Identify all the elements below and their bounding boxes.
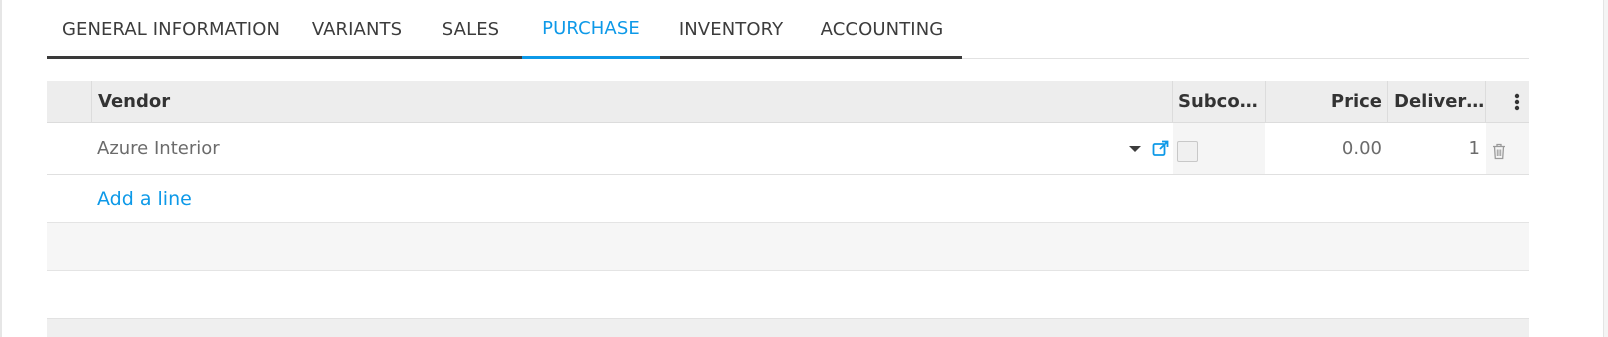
column-header-vendor[interactable]: Vendor (98, 81, 1168, 122)
next-section-bar (47, 318, 1529, 337)
tab-variants[interactable]: VARIANTS (295, 0, 419, 59)
tab-accounting[interactable]: ACCOUNTING (802, 0, 962, 59)
vendor-value: Azure Interior (97, 138, 220, 159)
vendor-open-record[interactable] (1150, 123, 1170, 174)
tab-sales[interactable]: SALES (419, 0, 522, 59)
vertical-dots-icon (1514, 93, 1520, 110)
add-line-link[interactable]: Add a line (97, 175, 192, 223)
delivery-cell[interactable]: 1 (1392, 123, 1480, 174)
price-value: 0.00 (1341, 138, 1382, 159)
price-cell[interactable]: 0.00 (1269, 123, 1382, 174)
tab-strip: GENERAL INFORMATION VARIANTS SALES PURCH… (47, 0, 962, 59)
table-row[interactable]: Azure Interior 0.00 1 (47, 123, 1529, 175)
tab-inventory[interactable]: INVENTORY (660, 0, 802, 59)
subcontractor-checkbox[interactable] (1177, 141, 1198, 162)
vendor-cell[interactable]: Azure Interior (97, 123, 1117, 174)
column-options-icon[interactable] (1509, 81, 1525, 122)
panel-right-border (1603, 0, 1608, 337)
delete-row-cell[interactable] (1486, 123, 1529, 174)
column-header-subcontractor[interactable]: Subco… (1178, 81, 1262, 122)
tab-general-information[interactable]: GENERAL INFORMATION (47, 0, 295, 59)
table-header: Vendor Subco… Price Deliver… (47, 81, 1529, 123)
vendor-pricelist-table: Vendor Subco… Price Deliver… Azure Inter… (47, 81, 1529, 271)
column-header-price[interactable]: Price (1269, 81, 1382, 122)
subcontractor-cell (1173, 123, 1265, 174)
tab-purchase[interactable]: PURCHASE (522, 0, 660, 59)
notebook-tabs: GENERAL INFORMATION VARIANTS SALES PURCH… (47, 0, 1529, 59)
panel-left-border (0, 0, 2, 337)
external-link-icon (1152, 140, 1168, 156)
column-divider (1387, 81, 1388, 123)
column-divider (1265, 81, 1266, 123)
trash-icon (1493, 143, 1505, 160)
table-empty-row (47, 223, 1529, 271)
add-line-row: Add a line (47, 175, 1529, 223)
column-divider (1485, 81, 1486, 123)
column-header-delivery[interactable]: Deliver… (1394, 81, 1484, 122)
vendor-dropdown-toggle[interactable] (1126, 123, 1144, 174)
delivery-value: 1 (1468, 138, 1480, 159)
column-divider (91, 81, 92, 123)
column-divider (1172, 81, 1173, 123)
caret-down-icon (1129, 145, 1141, 152)
